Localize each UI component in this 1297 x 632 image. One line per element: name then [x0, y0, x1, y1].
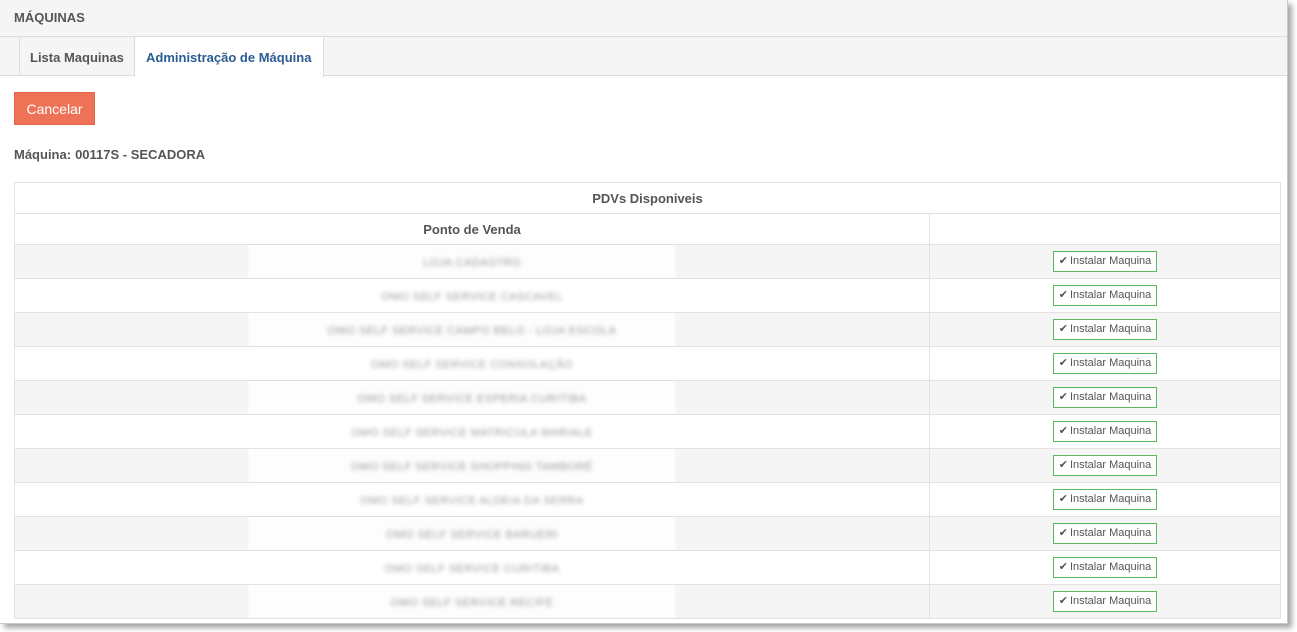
table-row: OMO SELF SERVICE ALDEIA DA SERRA ✔ Instal…	[14, 482, 1281, 517]
pdv-name-cell: OMO SELF SERVICE MATRICULA MARIALE	[14, 414, 930, 449]
pdv-action-cell: ✔ Instalar Maquina	[929, 312, 1281, 347]
install-machine-button[interactable]: ✔ Instalar Maquina	[1052, 523, 1158, 544]
pdv-action-cell: ✔ Instalar Maquina	[929, 584, 1281, 619]
table-row: OMO SELF SERVICE CAMPO BELO - LOJA ESCOL…	[14, 312, 1281, 347]
pdv-name-cell: OMO SELF SERVICE ESPERIA CURITIBA	[14, 380, 930, 415]
table-row: LOJA CADASTRO ✔ Instalar Maquina	[14, 244, 1281, 279]
pdv-action-cell: ✔ Instalar Maquina	[929, 550, 1281, 585]
table-row: OMO SELF SERVICE CASCAVEL ✔ Instalar Maqu…	[14, 278, 1281, 313]
check-icon: ✔	[1058, 323, 1068, 335]
install-machine-label: Instalar Maquina	[1069, 357, 1152, 369]
pdv-action-cell: ✔ Instalar Maquina	[929, 448, 1281, 483]
pdv-name: OMO SELF SERVICE RECIFE	[390, 597, 554, 609]
install-machine-button[interactable]: ✔ Instalar Maquina	[1052, 251, 1158, 272]
install-machine-button[interactable]: ✔ Instalar Maquina	[1052, 285, 1158, 306]
install-machine-button[interactable]: ✔ Instalar Maquina	[1052, 387, 1158, 408]
pdv-action-cell: ✔ Instalar Maquina	[929, 516, 1281, 551]
table-row: OMO SELF SERVICE ESPERIA CURITIBA ✔ Insta…	[14, 380, 1281, 415]
install-machine-button[interactable]: ✔ Instalar Maquina	[1052, 421, 1158, 442]
install-machine-button[interactable]: ✔ Instalar Maquina	[1052, 455, 1158, 476]
install-machine-label: Instalar Maquina	[1069, 459, 1152, 471]
install-machine-label: Instalar Maquina	[1069, 289, 1152, 301]
table-body: LOJA CADASTRO ✔ Instalar Maquina OMO SELF…	[14, 244, 1281, 619]
table-row: OMO SELF SERVICE RECIFE ✔ Instalar Maquin…	[14, 584, 1281, 619]
install-machine-button[interactable]: ✔ Instalar Maquina	[1052, 557, 1158, 578]
check-icon: ✔	[1058, 391, 1068, 403]
machine-value: 00117S - SECADORA	[75, 147, 206, 162]
install-machine-label: Instalar Maquina	[1069, 493, 1152, 505]
machine-label: Máquina:	[14, 147, 72, 162]
pdv-table: PDVs Disponiveis Ponto de Venda LOJA CAD…	[14, 182, 1281, 619]
pdv-name-cell: OMO SELF SERVICE CURITIBA	[14, 550, 930, 585]
check-icon: ✔	[1058, 527, 1068, 539]
pdv-name-cell: OMO SELF SERVICE RECIFE	[14, 584, 930, 619]
check-icon: ✔	[1058, 493, 1068, 505]
table-caption: PDVs Disponiveis	[14, 182, 1281, 214]
install-machine-button[interactable]: ✔ Instalar Maquina	[1052, 489, 1158, 510]
pdv-name: OMO SELF SERVICE CURITIBA	[384, 563, 560, 575]
install-machine-button[interactable]: ✔ Instalar Maquina	[1052, 319, 1158, 340]
install-machine-label: Instalar Maquina	[1069, 527, 1152, 539]
pdv-action-cell: ✔ Instalar Maquina	[929, 346, 1281, 381]
pdv-name: OMO SELF SERVICE SHOPPING TAMBORÉ	[350, 461, 594, 473]
table-row: OMO SELF SERVICE MATRICULA MARIALE ✔ Inst…	[14, 414, 1281, 449]
tab-bar: Lista Maquinas Administração de Máquina	[0, 37, 1287, 77]
cancel-button[interactable]: Cancelar	[14, 92, 95, 125]
install-machine-label: Instalar Maquina	[1069, 323, 1152, 335]
table-row: OMO SELF SERVICE CONSOLAÇÃO ✔ Instalar Ma…	[14, 346, 1281, 381]
pdv-name: OMO SELF SERVICE ALDEIA DA SERRA	[360, 495, 584, 507]
pdv-name-cell: OMO SELF SERVICE CAMPO BELO - LOJA ESCOL…	[14, 312, 930, 347]
install-machine-label: Instalar Maquina	[1069, 425, 1152, 437]
pdv-name: OMO SELF SERVICE ESPERIA CURITIBA	[357, 393, 587, 405]
install-machine-label: Instalar Maquina	[1069, 595, 1152, 607]
table-row: OMO SELF SERVICE BARUERI ✔ Instalar Maqui…	[14, 516, 1281, 551]
column-header-actions	[929, 213, 1281, 245]
pdv-name: LOJA CADASTRO	[423, 257, 521, 269]
panel-title: MÁQUINAS	[0, 0, 1287, 37]
pdv-action-cell: ✔ Instalar Maquina	[929, 482, 1281, 517]
pdv-action-cell: ✔ Instalar Maquina	[929, 380, 1281, 415]
machines-panel: MÁQUINAS Lista Maquinas Administração de…	[0, 0, 1288, 624]
column-header-point-of-sale: Ponto de Venda	[14, 213, 930, 245]
tab-machine-list[interactable]: Lista Maquinas	[20, 37, 134, 76]
check-icon: ✔	[1058, 255, 1068, 267]
check-icon: ✔	[1058, 289, 1068, 301]
pdv-name: OMO SELF SERVICE CAMPO BELO - LOJA ESCOL…	[327, 325, 617, 337]
pdv-name-cell: OMO SELF SERVICE CASCAVEL	[14, 278, 930, 313]
pdv-action-cell: ✔ Instalar Maquina	[929, 278, 1281, 313]
tab-machine-admin[interactable]: Administração de Máquina	[134, 37, 324, 77]
pdv-name-cell: OMO SELF SERVICE CONSOLAÇÃO	[14, 346, 930, 381]
check-icon: ✔	[1058, 459, 1068, 471]
pdv-name: OMO SELF SERVICE BARUERI	[386, 529, 558, 541]
install-machine-label: Instalar Maquina	[1069, 255, 1152, 267]
pdv-name: OMO SELF SERVICE CONSOLAÇÃO	[370, 359, 574, 371]
table-row: OMO SELF SERVICE CURITIBA ✔ Instalar Maqu…	[14, 550, 1281, 585]
install-machine-button[interactable]: ✔ Instalar Maquina	[1052, 353, 1158, 374]
check-icon: ✔	[1058, 357, 1068, 369]
install-machine-label: Instalar Maquina	[1069, 391, 1152, 403]
pdv-action-cell: ✔ Instalar Maquina	[929, 244, 1281, 279]
check-icon: ✔	[1058, 561, 1068, 573]
pdv-name: OMO SELF SERVICE MATRICULA MARIALE	[351, 427, 593, 439]
pdv-name-cell: OMO SELF SERVICE SHOPPING TAMBORÉ	[14, 448, 930, 483]
pdv-name: OMO SELF SERVICE CASCAVEL	[381, 291, 563, 303]
install-machine-label: Instalar Maquina	[1069, 561, 1152, 573]
check-icon: ✔	[1058, 425, 1068, 437]
pdv-name-cell: LOJA CADASTRO	[14, 244, 930, 279]
pdv-name-cell: OMO SELF SERVICE ALDEIA DA SERRA	[14, 482, 930, 517]
pdv-action-cell: ✔ Instalar Maquina	[929, 414, 1281, 449]
table-row: OMO SELF SERVICE SHOPPING TAMBORÉ ✔ Insta…	[14, 448, 1281, 483]
install-machine-button[interactable]: ✔ Instalar Maquina	[1052, 591, 1158, 612]
machine-info: Máquina: 00117S - SECADORA	[14, 147, 209, 162]
pdv-name-cell: OMO SELF SERVICE BARUERI	[14, 516, 930, 551]
check-icon: ✔	[1058, 595, 1068, 607]
